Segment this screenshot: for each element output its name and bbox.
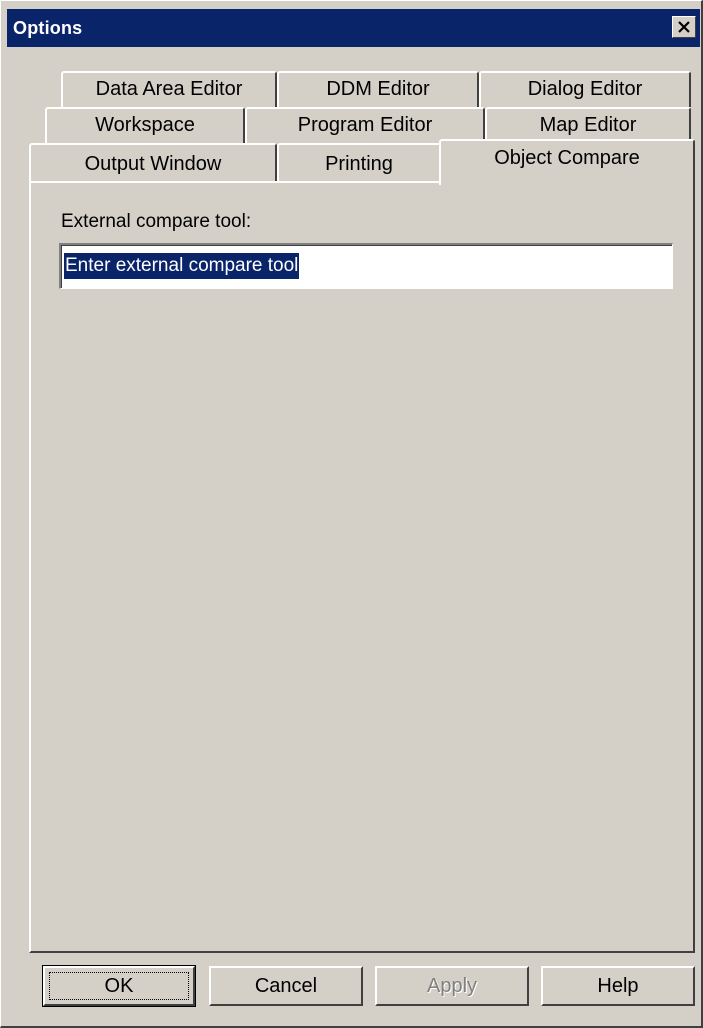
tab-map-editor[interactable]: Map Editor bbox=[485, 107, 691, 143]
options-dialog: Options Data Area Editor DDM Editor Dial… bbox=[0, 0, 703, 1028]
tab-dialog-editor[interactable]: Dialog Editor bbox=[479, 71, 691, 107]
close-button[interactable] bbox=[672, 16, 696, 38]
tab-object-compare[interactable]: Object Compare bbox=[439, 139, 695, 185]
title-bar: Options bbox=[7, 9, 700, 47]
tab-label: Printing bbox=[325, 153, 393, 175]
tab-label: Dialog Editor bbox=[527, 78, 643, 100]
tab-label: Workspace bbox=[95, 114, 195, 136]
tab-label: Map Editor bbox=[539, 114, 637, 136]
help-button-label: Help bbox=[597, 975, 639, 997]
help-button[interactable]: Help bbox=[541, 966, 695, 1006]
input-selected-text: Enter external compare tool bbox=[62, 252, 301, 280]
apply-button-label: Apply bbox=[426, 975, 478, 997]
focus-rectangle bbox=[49, 972, 189, 1000]
tab-workspace[interactable]: Workspace bbox=[45, 107, 245, 143]
tab-program-editor[interactable]: Program Editor bbox=[245, 107, 485, 143]
cancel-button[interactable]: Cancel bbox=[209, 966, 363, 1006]
tab-label: Program Editor bbox=[297, 114, 433, 136]
tab-printing[interactable]: Printing bbox=[277, 143, 441, 183]
tab-label: Object Compare bbox=[494, 147, 640, 169]
tab-panel-object-compare: External compare tool: Enter external co… bbox=[29, 181, 695, 953]
tab-data-area-editor[interactable]: Data Area Editor bbox=[61, 71, 277, 107]
tab-output-window[interactable]: Output Window bbox=[29, 143, 277, 183]
close-icon bbox=[678, 21, 690, 33]
window-title: Options bbox=[13, 18, 83, 38]
tab-label: Data Area Editor bbox=[95, 78, 243, 100]
ok-button[interactable]: OK bbox=[42, 965, 196, 1007]
apply-button[interactable]: Apply bbox=[375, 966, 529, 1006]
external-compare-tool-input[interactable]: Enter external compare tool bbox=[59, 243, 673, 289]
cancel-button-label: Cancel bbox=[254, 975, 318, 997]
external-compare-tool-label: External compare tool: bbox=[61, 211, 252, 232]
tab-label: Output Window bbox=[84, 153, 222, 175]
tab-ddm-editor[interactable]: DDM Editor bbox=[277, 71, 479, 107]
tab-label: DDM Editor bbox=[326, 78, 430, 100]
